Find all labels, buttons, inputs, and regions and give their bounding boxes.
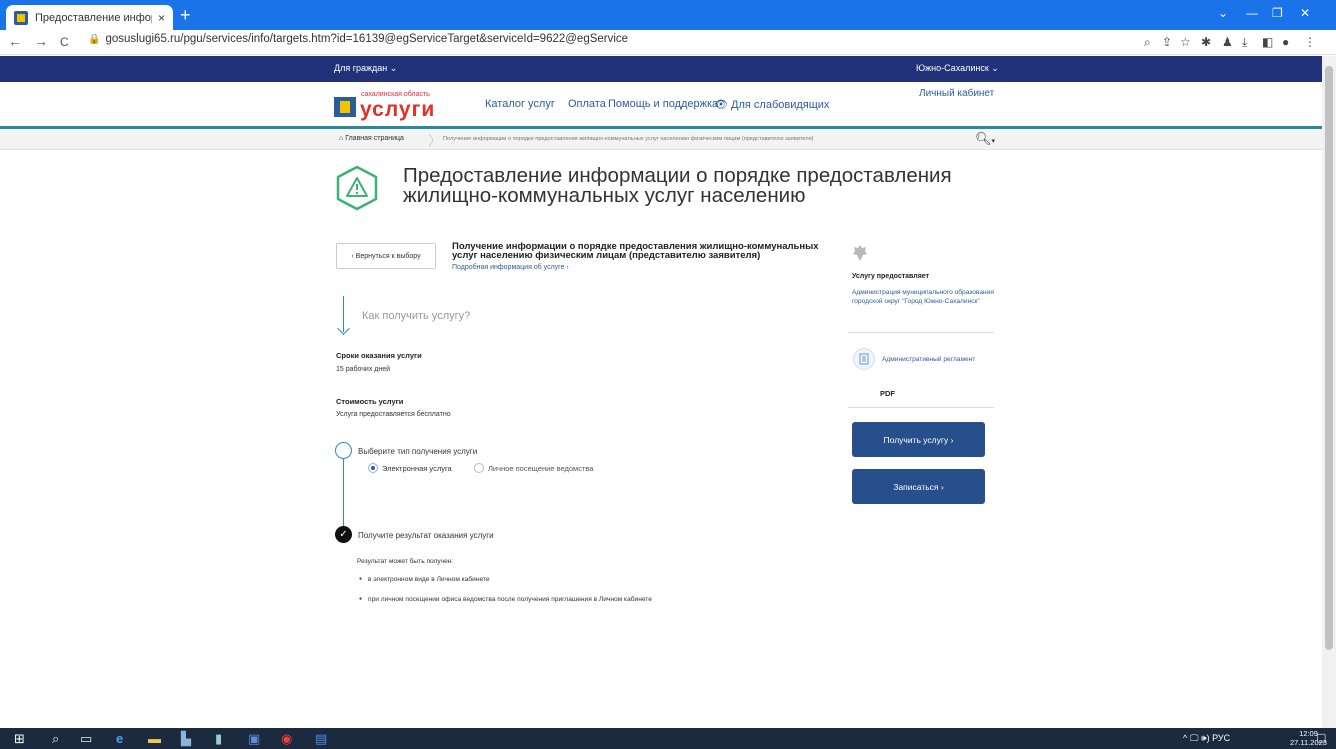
tab-search-icon[interactable]: ⌄ <box>1218 6 1228 20</box>
extension-person-icon[interactable]: ♟ <box>1222 35 1233 49</box>
breadcrumb: ⌂ Главная страница 〉 Получение информаци… <box>0 129 1322 150</box>
browser-tab[interactable]: Предоставление информации о × <box>6 5 173 30</box>
coat-of-arms-icon <box>852 244 868 262</box>
extension-icon[interactable]: ✱ <box>1201 35 1211 49</box>
page-title: Предоставление информации о порядке пред… <box>403 164 952 207</box>
bookmark-star-icon[interactable]: ☆ <box>1180 35 1191 49</box>
app-icon[interactable]: ▙ <box>181 731 191 746</box>
back-to-selection-button[interactable]: ‹ Вернуться к выбору <box>336 243 436 269</box>
ie-browser-icon[interactable]: e <box>116 731 123 746</box>
app-icon[interactable]: ▮ <box>215 731 222 746</box>
download-icon[interactable]: ⤓ <box>1242 35 1247 50</box>
scrollbar-thumb[interactable] <box>1325 66 1333 650</box>
site-top-nav: Для граждан ⌄ Южно-Сахалинск ⌄ <box>0 56 1322 82</box>
breadcrumb-separator-icon: 〉 <box>428 133 442 149</box>
result-intro: Результат может быть получен: <box>357 558 454 565</box>
step-connector <box>343 459 344 527</box>
site-favicon-icon <box>14 10 28 25</box>
address-bar[interactable]: 🔒 gosuslugi65.ru/pgu/services/info/target… <box>88 33 628 45</box>
breadcrumb-home-label: Главная страница <box>345 135 404 142</box>
url-text: gosuslugi65.ru/pgu/services/info/targets… <box>105 33 629 45</box>
tab-title: Предоставление информации о <box>35 11 152 24</box>
terms-value: 15 рабочих дней <box>336 366 391 373</box>
minimize-button[interactable]: — <box>1246 6 1258 20</box>
radio-visit-label: Личное посещение ведомства <box>488 463 594 473</box>
radio-electronic[interactable]: Электронная услуга <box>368 463 452 473</box>
tab-close-icon[interactable]: × <box>158 11 165 25</box>
chrome-icon[interactable]: ◉ <box>281 731 292 746</box>
nav-payment[interactable]: Оплата <box>568 98 606 110</box>
logo-emblem-icon <box>334 97 356 117</box>
share-icon[interactable]: ⇪ <box>1162 35 1172 49</box>
browser-tab-strip: Предоставление информации о × + ⌄ — ❐ ✕ <box>0 0 1336 30</box>
provider-name-link[interactable]: Администрация муниципального образования… <box>852 289 998 306</box>
get-service-button[interactable]: Получить услугу › <box>852 422 985 457</box>
logo-region: сахалинская область <box>361 91 430 98</box>
nav-catalog[interactable]: Каталог услуг <box>485 98 555 110</box>
step-2-label: Получите результат оказания услуги <box>358 531 494 540</box>
check-circle-icon: ✓ <box>335 526 352 543</box>
service-details-link[interactable]: Подробная информация об услуге › <box>452 264 569 271</box>
terms-label: Сроки оказания услуги <box>336 351 422 360</box>
how-to-heading: Как получить услугу? <box>362 310 471 322</box>
eye-icon: 👁 <box>714 99 732 111</box>
audience-dropdown[interactable]: Для граждан ⌄ <box>334 63 397 74</box>
new-tab-button[interactable]: + <box>180 4 191 26</box>
logo-title: услуги <box>360 98 436 121</box>
radio-visit[interactable]: Личное посещение ведомства <box>474 463 593 473</box>
notifications-icon[interactable]: ▢ <box>1316 731 1326 746</box>
forward-arrow-icon[interactable]: → <box>34 33 48 49</box>
step-1-circle-icon <box>335 442 352 459</box>
profile-avatar-icon[interactable]: ● <box>1282 35 1289 49</box>
powershell-icon[interactable]: ▣ <box>248 731 260 746</box>
file-explorer-icon[interactable]: ▬ <box>148 731 161 746</box>
result-item: при личном посещении офиса ведомства пос… <box>359 596 652 603</box>
signup-button[interactable]: Записаться › <box>852 469 985 504</box>
close-window-button[interactable]: ✕ <box>1300 6 1310 20</box>
result-item: в электронном виде в Личном кабинете <box>359 576 490 583</box>
radio-electronic-label: Электронная услуга <box>382 463 452 473</box>
browser-menu-icon[interactable]: ⋮ <box>1304 35 1316 49</box>
radio-checked-icon[interactable] <box>368 463 378 473</box>
task-view-icon[interactable]: ▭ <box>80 731 92 746</box>
breadcrumb-current: Получение информации о порядке предостав… <box>443 136 814 142</box>
page-scrollbar[interactable] <box>1322 56 1336 728</box>
arrow-head-icon <box>337 322 350 335</box>
zoom-icon[interactable]: ⌕ <box>1144 35 1151 50</box>
nav-help[interactable]: Помощь и поддержка <box>608 98 718 110</box>
step-1-label: Выберите тип получения услуги <box>358 447 478 456</box>
service-name: Получение информации о порядке предостав… <box>452 241 819 261</box>
document-app-icon[interactable]: ▤ <box>315 731 327 746</box>
windows-taskbar: ⊞ ⌕ ▭ e ▬ ▙ ▮ ▣ ◉ ▤ ^ 🖵 🕪) РУС 12:09 27.… <box>0 728 1336 749</box>
taskbar-search-icon[interactable]: ⌕ <box>52 731 59 746</box>
warning-hexagon-icon <box>335 165 379 216</box>
cost-value: Услуга предоставляется бесплатно <box>336 411 451 418</box>
site-header: сахалинская область услуги Каталог услуг… <box>0 82 1322 126</box>
search-icon[interactable]: 🔍︎▾ <box>975 131 995 147</box>
city-dropdown[interactable]: Южно-Сахалинск ⌄ <box>916 63 999 74</box>
document-icon[interactable] <box>853 348 875 370</box>
regulation-format: PDF <box>880 389 895 398</box>
sidepanel-icon[interactable]: ◧ <box>1262 35 1273 49</box>
maximize-button[interactable]: ❐ <box>1272 6 1283 20</box>
windows-start-icon[interactable]: ⊞ <box>14 731 25 746</box>
breadcrumb-home[interactable]: ⌂ Главная страница <box>339 135 404 142</box>
nav-accessibility[interactable]: 👁 Для слабовидящих <box>714 98 829 111</box>
cost-label: Стоимость услуги <box>336 397 404 406</box>
reload-icon[interactable]: C <box>60 35 69 49</box>
back-arrow-icon[interactable]: ← <box>8 33 22 49</box>
provider-label: Услугу предоставляет <box>852 273 930 280</box>
nav-accessibility-label: Для слабовидящих <box>731 99 830 111</box>
sidebar-divider <box>848 332 994 333</box>
lock-icon: 🔒 <box>88 34 101 45</box>
system-tray[interactable]: ^ 🖵 🕪) РУС <box>1183 733 1230 744</box>
radio-unchecked-icon[interactable] <box>474 463 484 473</box>
personal-cabinet-link[interactable]: Личный кабинет <box>919 88 994 99</box>
sidebar-divider <box>848 407 994 408</box>
regulation-link[interactable]: Административный регламент <box>882 356 975 363</box>
browser-toolbar: ← → C 🔒 gosuslugi65.ru/pgu/services/info/… <box>0 30 1336 55</box>
